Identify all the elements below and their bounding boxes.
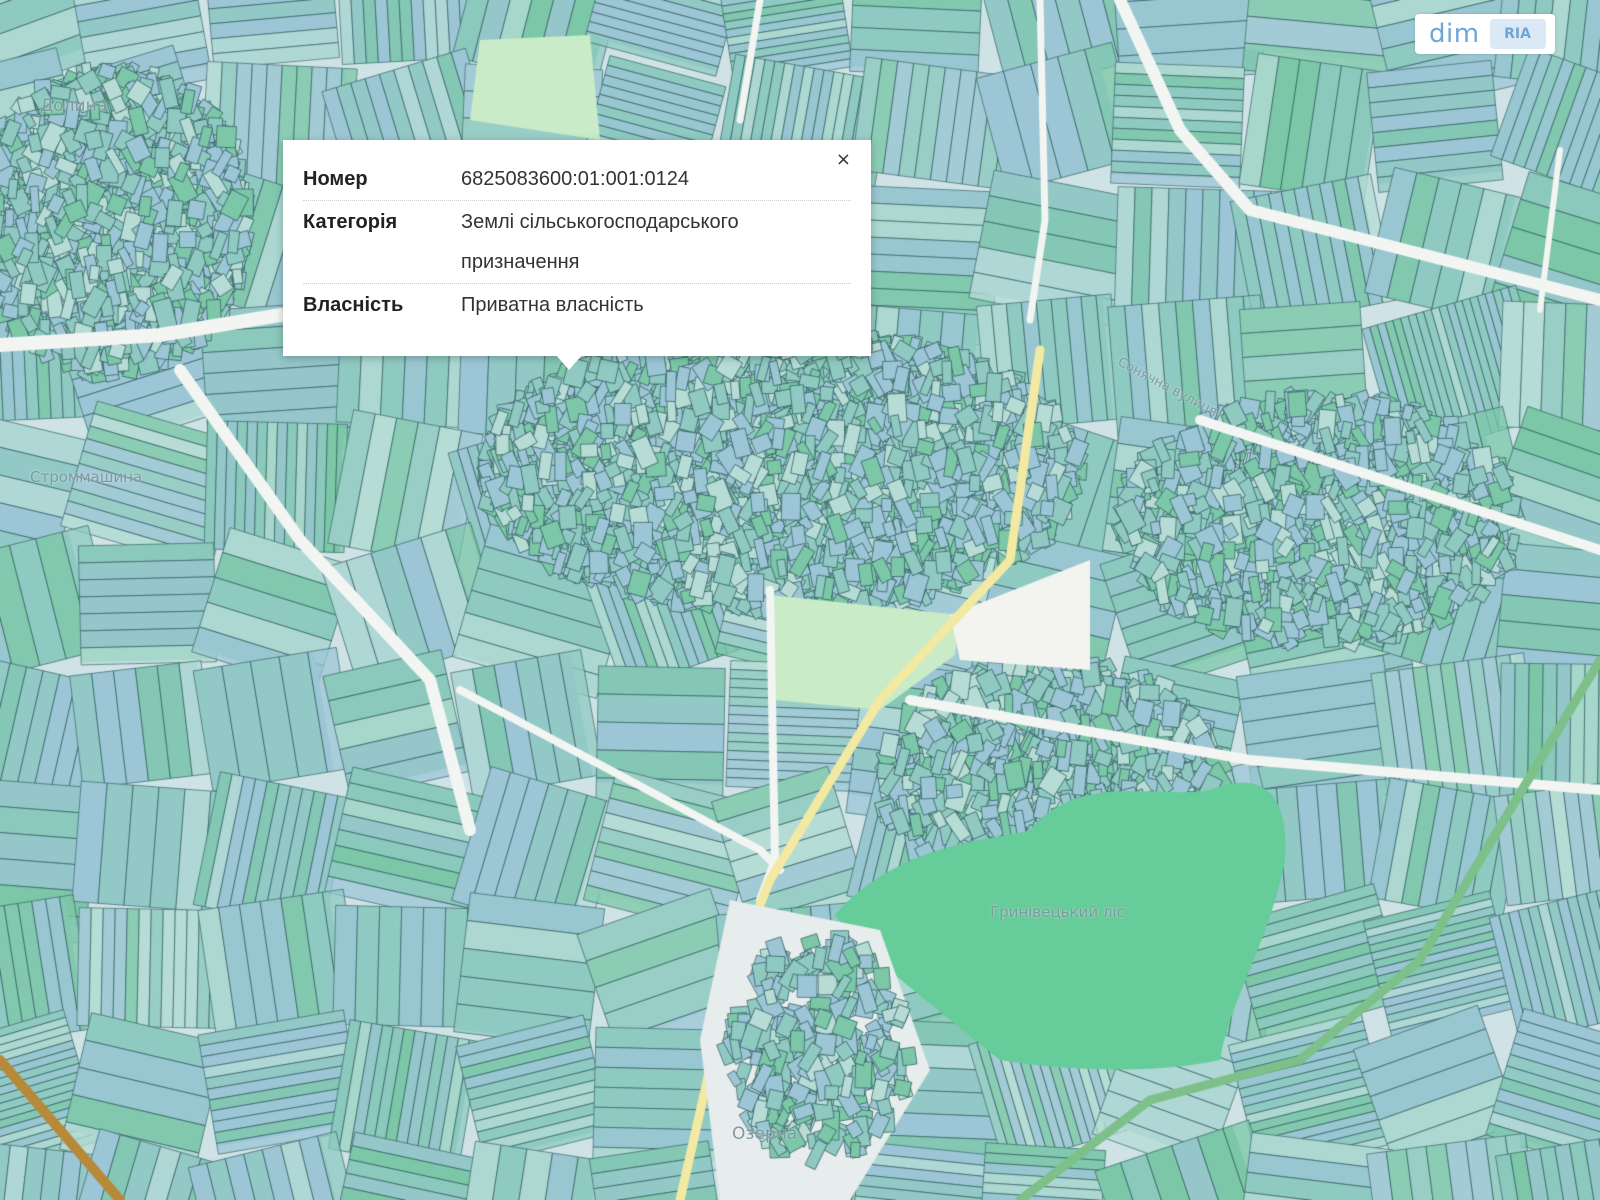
number-key: Номер [303,168,368,190]
ownership-key: Власність [303,294,404,316]
dimria-logo: dim RIA [1415,14,1555,54]
popup-pointer [555,354,583,370]
number-value: 6825083600:01:001:0124 [461,168,690,190]
logo-text: dim [1429,19,1480,49]
popup-row-ownership: Власність Приватна власність [303,284,851,326]
category-value: Землі сільськогосподарського призначення [461,211,739,273]
parcel-info-popup: × Номер 6825083600:01:001:0124 Категорія… [283,140,871,356]
logo-badge: RIA [1489,19,1546,49]
ownership-value: Приватна власність [461,294,644,316]
category-key: Категорія [303,211,398,233]
close-icon[interactable]: × [836,150,851,170]
popup-row-category: Категорія Землі сільськогосподарського п… [303,201,851,284]
popup-row-number: Номер 6825083600:01:001:0124 [303,158,851,201]
